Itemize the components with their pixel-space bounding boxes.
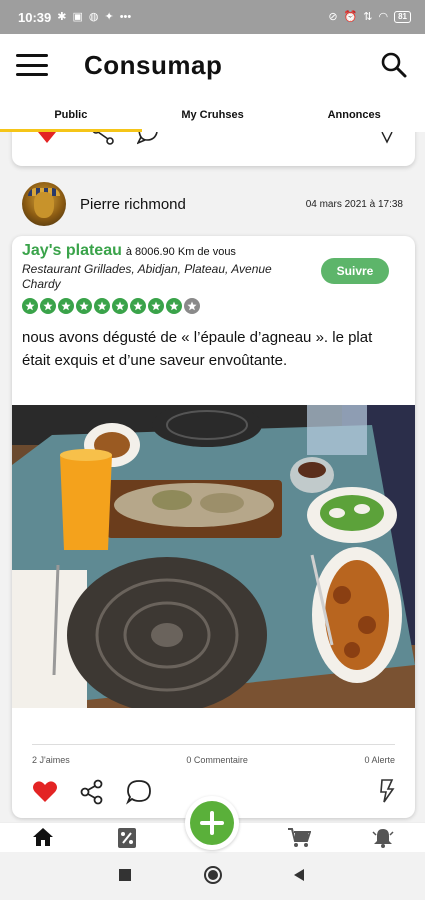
search-icon[interactable] [379, 50, 409, 80]
app-title: Consumap [84, 49, 223, 80]
share-icon[interactable] [80, 779, 104, 805]
comments-count[interactable]: 0 Commentaire [186, 755, 248, 765]
home-icon[interactable] [32, 827, 54, 847]
avatar[interactable] [22, 182, 66, 226]
image-notification-icon: ▣ [72, 10, 83, 23]
comment-icon[interactable] [126, 779, 152, 805]
heart-icon[interactable] [32, 780, 58, 804]
home-button-icon[interactable] [203, 865, 223, 885]
author-name[interactable]: Pierre richmond [80, 196, 186, 213]
tab-bar: Public My Cruhses Annonces [0, 96, 425, 132]
share-icon[interactable] [92, 132, 114, 148]
status-bar: 10:39 ✱ ▣ ◍ ✦ ••• ⊘ ⏰ ⇅ ◠ 81 [0, 0, 425, 34]
feed[interactable]: Pierre richmond 04 mars 2021 à 17:38 Jay… [0, 132, 425, 822]
tab-public[interactable]: Public [0, 96, 142, 132]
cart-icon[interactable] [287, 827, 311, 849]
star-icon [94, 298, 110, 314]
rating-stars [22, 298, 200, 314]
distance: à 8006.90 Km de vous [125, 246, 236, 258]
star-icon [58, 298, 74, 314]
heart-icon[interactable] [36, 132, 58, 144]
app-bar: Consumap [0, 34, 425, 96]
food-photo[interactable] [12, 405, 415, 708]
follow-button[interactable]: Suivre [321, 258, 389, 284]
star-icon [130, 298, 146, 314]
likes-count[interactable]: 2 J'aimes [32, 755, 70, 765]
post-stats: 2 J'aimes 0 Commentaire 0 Alerte [32, 744, 395, 765]
comment-icon[interactable] [137, 132, 161, 146]
star-icon [148, 298, 164, 314]
previous-post-card [12, 132, 415, 166]
place-row: Jay's plateau à 8006.90 Km de vous [22, 242, 236, 260]
star-icon [76, 298, 92, 314]
recent-apps-icon[interactable] [118, 868, 132, 882]
tab-my-crushes[interactable]: My Cruhses [142, 96, 284, 132]
alert-icon[interactable] [381, 132, 393, 144]
add-post-button[interactable] [185, 796, 239, 850]
post-text: nous avons dégusté de « l’épaule d’agnea… [22, 329, 373, 369]
hamburger-menu-icon[interactable] [16, 54, 48, 76]
twitter-icon: ✦ [104, 10, 114, 23]
status-time: 10:39 [18, 9, 52, 25]
star-icon [112, 298, 128, 314]
battery-icon: 81 [394, 11, 411, 23]
tab-annonces[interactable]: Annonces [283, 96, 425, 132]
mute-icon: ⊘ [328, 10, 338, 23]
place-name[interactable]: Jay's plateau [22, 242, 122, 260]
wifi-icon: ◠ [378, 10, 389, 23]
star-icon [40, 298, 56, 314]
data-icon: ⇅ [363, 10, 373, 23]
system-navigation-bar [0, 852, 425, 900]
alerts-count[interactable]: 0 Alerte [364, 755, 395, 765]
post-card: Jay's plateau à 8006.90 Km de vous Resta… [12, 236, 415, 818]
discount-icon[interactable] [117, 827, 137, 849]
post-header: Pierre richmond 04 mars 2021 à 17:38 [0, 178, 425, 230]
alarm-icon: ⏰ [343, 10, 358, 23]
place-description: Restaurant Grillades, Abidjan, Plateau, … [22, 262, 272, 291]
back-icon[interactable] [292, 868, 306, 882]
star-icon [166, 298, 182, 314]
bluetooth-icon: ✱ [57, 10, 67, 23]
alert-icon[interactable] [378, 778, 396, 804]
post-date: 04 mars 2021 à 17:38 [305, 198, 403, 210]
chat-notification-icon: ◍ [88, 10, 99, 23]
star-icon [184, 298, 200, 314]
notification-bell-icon[interactable] [372, 827, 394, 849]
star-icon [22, 298, 38, 314]
more-notifications-icon: ••• [119, 10, 132, 23]
add-icon [190, 801, 234, 845]
